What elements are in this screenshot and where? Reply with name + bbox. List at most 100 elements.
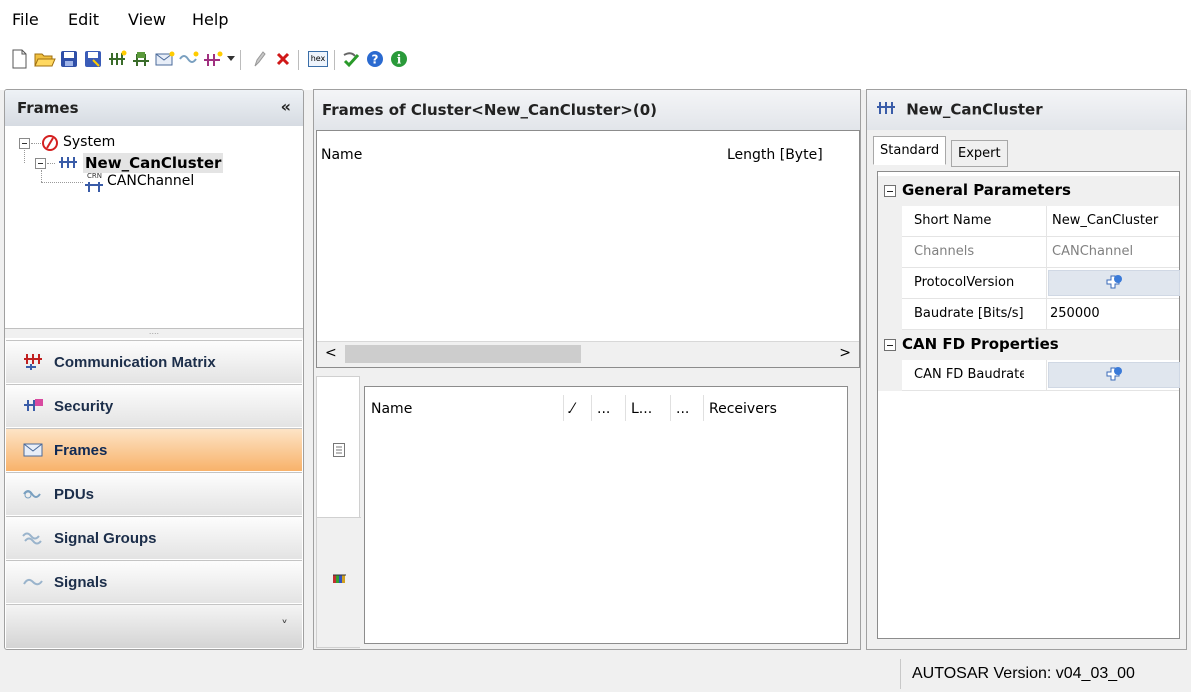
property-protocol-version[interactable]: ProtocolVersion — [902, 268, 1180, 299]
property-value[interactable]: 250000 — [1050, 306, 1100, 321]
property-value[interactable]: New_CanCluster — [1052, 213, 1158, 228]
bit-layout-icon[interactable] — [333, 573, 347, 589]
can-cluster-icon — [875, 100, 897, 120]
property-channels[interactable]: Channels CANChannel — [902, 237, 1179, 268]
can-fd-baudrate-edit-button[interactable] — [1048, 362, 1180, 388]
nav-label: Frames — [54, 441, 108, 459]
edit-pencil-icon[interactable] — [248, 48, 270, 70]
envelope-icon — [20, 443, 46, 457]
scroll-right-arrow[interactable]: > — [839, 345, 851, 361]
add-pdu-icon[interactable] — [178, 48, 200, 70]
info-icon[interactable]: i — [388, 48, 410, 70]
menu-help[interactable]: Help — [192, 10, 228, 29]
layout-tabs — [316, 376, 361, 648]
property-baudrate[interactable]: Baudrate [Bits/s] 250000 — [902, 299, 1179, 330]
ecu-icon[interactable] — [130, 48, 152, 70]
nav-security[interactable]: Security — [6, 384, 302, 427]
cluster-icon[interactable] — [106, 48, 128, 70]
splitter-grip: .... — [148, 327, 160, 336]
signal-wave-icon — [20, 576, 46, 588]
new-file-icon[interactable] — [8, 48, 30, 70]
signals-column-4[interactable]: ... — [676, 401, 689, 417]
signals-column-name[interactable]: Name — [371, 401, 412, 417]
nav-signal-groups[interactable]: Signal Groups — [6, 516, 302, 559]
tree-node-system[interactable]: System — [63, 134, 115, 150]
communication-matrix-icon — [20, 353, 46, 371]
list-view-icon[interactable] — [333, 443, 345, 461]
property-name: Short Name — [914, 213, 992, 228]
tree-node-channel[interactable]: CANChannel — [107, 173, 194, 189]
menu-view[interactable]: View — [128, 10, 166, 29]
signals-column-receivers[interactable]: Receivers — [709, 401, 777, 417]
nav-overflow-bar: ˅ — [6, 604, 302, 648]
scroll-left-arrow[interactable]: < — [325, 345, 337, 361]
pdu-icon — [20, 487, 46, 501]
dropdown-arrow-icon[interactable] — [224, 48, 238, 70]
tree-node-cluster[interactable]: New_CanCluster — [83, 153, 224, 173]
nav-label: Signal Groups — [54, 529, 157, 547]
property-short-name[interactable]: Short Name New_CanCluster — [902, 206, 1179, 237]
protocol-version-edit-button[interactable] — [1048, 270, 1180, 296]
properties-header: New_CanCluster — [867, 90, 1186, 130]
can-cluster-icon — [57, 154, 79, 172]
properties-title: New_CanCluster — [906, 100, 1043, 119]
column-header-length[interactable]: Length [Byte] — [727, 147, 823, 163]
signal-groups-icon — [20, 531, 46, 545]
property-name: ProtocolVersion — [914, 275, 1015, 290]
svg-text:?: ? — [372, 53, 379, 67]
status-bar: AUTOSAR Version: v04_03_00 — [0, 655, 1191, 692]
nav-more-button[interactable]: ˅ — [281, 619, 288, 635]
menu-edit[interactable]: Edit — [68, 10, 99, 29]
property-value: CANChannel — [1052, 244, 1134, 259]
add-item-icon — [1105, 366, 1123, 388]
horizontal-scrollbar[interactable]: < > — [317, 341, 859, 367]
tab-standard[interactable]: Standard — [873, 136, 947, 165]
autosar-version-label: AUTOSAR Version: v04_03_00 — [912, 665, 1135, 682]
category-general-parameters[interactable]: General Parameters — [878, 176, 1179, 206]
property-can-fd-baudrate[interactable]: CAN FD Baudrate — [902, 360, 1180, 391]
nav-pdus[interactable]: PDUs — [6, 472, 302, 515]
collapse-cluster-node[interactable] — [35, 158, 46, 169]
menu-file[interactable]: File — [12, 10, 39, 29]
signals-grid: Name .⁄ ... L... ... Receivers — [364, 386, 848, 644]
navigation-panel-title: Frames — [17, 99, 79, 117]
collapse-category-icon[interactable] — [884, 185, 896, 197]
category-label: General Parameters — [902, 181, 1071, 199]
collapse-category-icon[interactable] — [884, 339, 896, 351]
nav-splitter[interactable]: .... — [5, 328, 303, 338]
category-can-fd-properties[interactable]: CAN FD Properties — [878, 330, 1179, 360]
nav-label: PDUs — [54, 485, 95, 503]
properties-panel: New_CanCluster Standard Expert General P… — [866, 89, 1187, 650]
frames-list-panel: Frames of Cluster<New_CanCluster>(0) Nam… — [313, 89, 861, 650]
signals-column-2[interactable]: ... — [597, 401, 610, 417]
property-grid: General Parameters Short Name New_CanClu… — [877, 171, 1180, 639]
hex-label: hex — [307, 51, 329, 67]
signals-column-length[interactable]: L... — [631, 401, 652, 417]
add-frame-icon[interactable] — [154, 48, 176, 70]
open-folder-icon[interactable] — [34, 48, 56, 70]
delete-icon[interactable] — [272, 48, 294, 70]
collapse-panel-button[interactable]: « — [281, 97, 291, 116]
nav-label: Signals — [54, 573, 108, 591]
property-name: CAN FD Baudrate — [914, 367, 1024, 382]
nav-communication-matrix[interactable]: Communication Matrix — [6, 340, 302, 383]
add-item-icon — [1105, 274, 1123, 296]
hex-toggle-icon[interactable]: hex — [306, 48, 330, 70]
add-signal-group-icon[interactable] — [202, 48, 224, 70]
collapse-system-node[interactable] — [19, 138, 30, 149]
tab-expert[interactable]: Expert — [951, 140, 1008, 167]
nav-frames[interactable]: Frames — [6, 428, 302, 471]
nav-signals[interactable]: Signals — [6, 560, 302, 603]
scrollbar-thumb[interactable] — [345, 345, 581, 363]
frames-list-title: Frames of Cluster<New_CanCluster>(0) — [322, 101, 657, 119]
nav-label: Communication Matrix — [54, 353, 216, 371]
save-as-icon[interactable] — [82, 48, 104, 70]
column-header-name[interactable]: Name — [321, 147, 362, 163]
signals-column-start-bit[interactable]: .⁄ — [567, 401, 574, 417]
frames-list-header: Frames of Cluster<New_CanCluster>(0) — [314, 90, 860, 130]
channel-badge: CRN — [87, 172, 102, 180]
validate-icon[interactable] — [340, 48, 362, 70]
property-name: Channels — [914, 244, 975, 259]
save-icon[interactable] — [58, 48, 80, 70]
help-icon[interactable]: ? — [364, 48, 386, 70]
